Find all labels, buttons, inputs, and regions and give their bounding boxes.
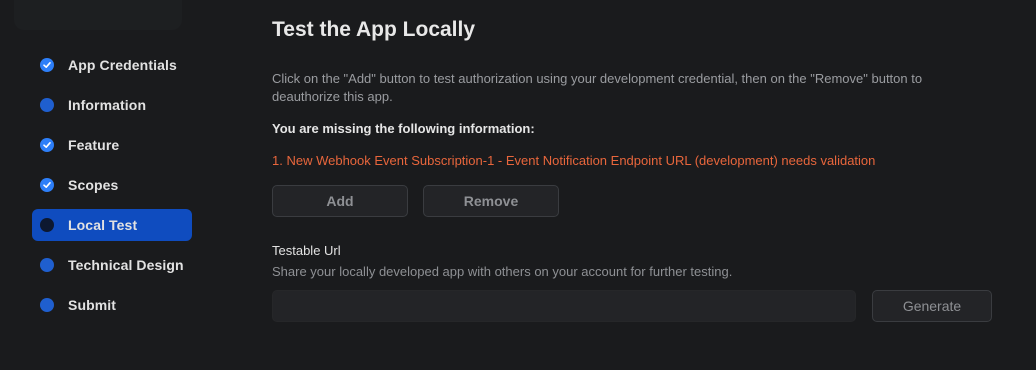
sidebar-item-scopes[interactable]: Scopes [32,169,192,201]
sidebar-item-label: App Credentials [68,57,177,73]
sidebar-item-label: Local Test [68,217,138,233]
dot-icon [40,98,54,112]
missing-info-heading: You are missing the following informatio… [272,121,535,136]
dot-icon [40,298,54,312]
dot-icon [40,258,54,272]
remove-button[interactable]: Remove [423,185,559,217]
check-circle-icon [40,58,54,72]
testable-url-input[interactable] [272,290,856,322]
missing-info-item: 1. New Webhook Event Subscription-1 - Ev… [272,153,876,168]
sidebar-item-app-credentials[interactable]: App Credentials [32,49,192,81]
sidebar-item-feature[interactable]: Feature [32,129,192,161]
add-button[interactable]: Add [272,185,408,217]
testable-url-help: Share your locally developed app with ot… [272,264,733,279]
check-circle-icon [40,178,54,192]
sidebar-item-label: Information [68,97,147,113]
current-step-dot-icon [40,218,54,232]
sidebar-item-label: Scopes [68,177,119,193]
testable-url-label: Testable Url [272,243,341,258]
check-circle-icon [40,138,54,152]
page-title: Test the App Locally [272,18,476,41]
sidebar-item-submit[interactable]: Submit [32,289,192,321]
sidebar-item-label: Feature [68,137,120,153]
sidebar-item-information[interactable]: Information [32,89,192,121]
sidebar: App Credentials Information Feature Scop… [0,0,240,370]
app-root: App Credentials Information Feature Scop… [0,0,1036,370]
sidebar-top-fade [14,0,182,30]
sidebar-item-technical-design[interactable]: Technical Design [32,249,192,281]
sidebar-item-label: Submit [68,297,117,313]
sidebar-item-local-test[interactable]: Local Test [32,209,192,241]
generate-button[interactable]: Generate [872,290,992,322]
sidebar-item-label: Technical Design [68,257,184,273]
page-description: Click on the "Add" button to test author… [272,71,923,104]
